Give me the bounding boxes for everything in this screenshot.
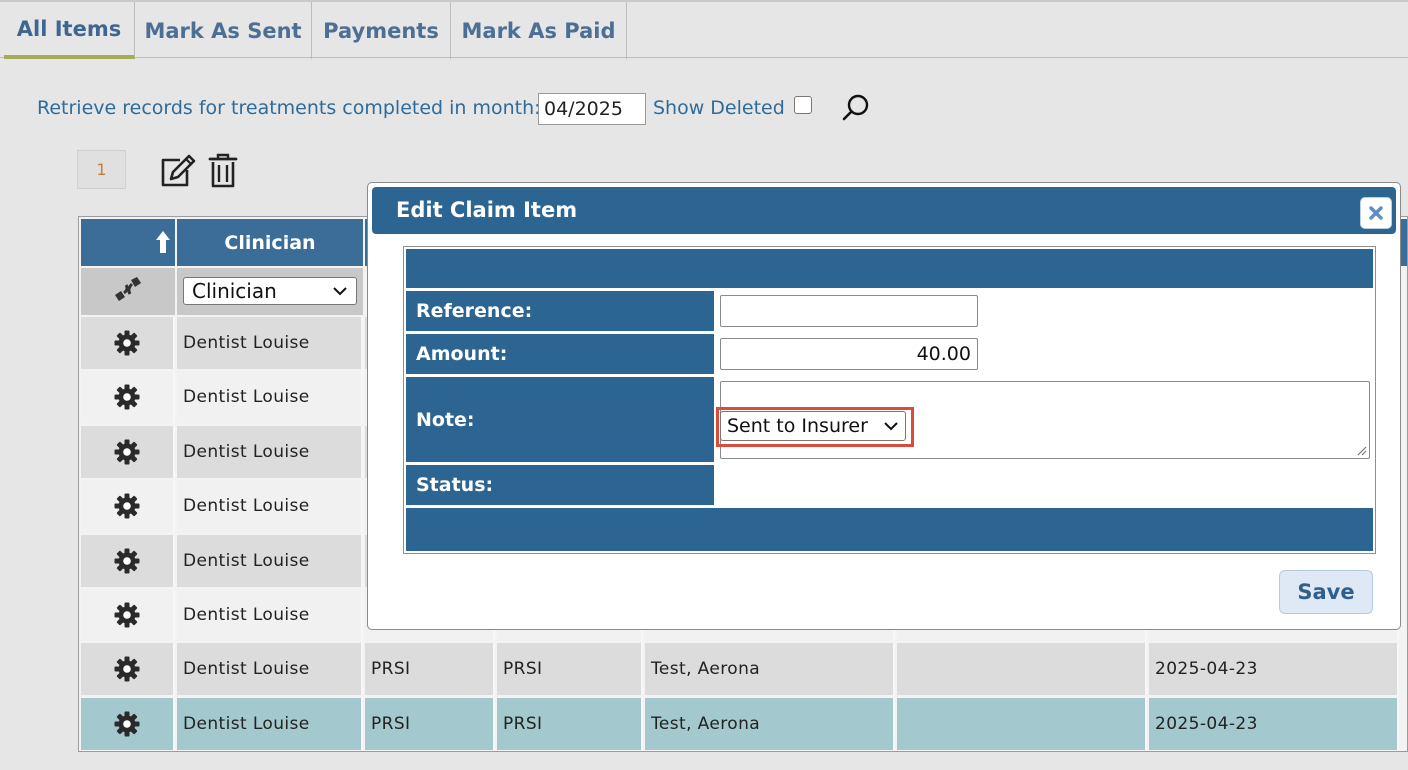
table-cell: 2025-04-23 xyxy=(1149,643,1399,696)
gear-icon xyxy=(114,711,140,737)
gear-icon xyxy=(114,548,140,574)
table-cell: Dentist Louise xyxy=(177,480,363,533)
month-input[interactable] xyxy=(538,93,646,125)
status-label: Status: xyxy=(406,465,714,505)
clear-filter-icon xyxy=(115,276,141,301)
table-cell: Dentist Louise xyxy=(177,643,363,696)
status-select-value: Sent to Insurer xyxy=(727,415,868,437)
chevron-down-icon xyxy=(333,287,347,296)
chevron-down-icon xyxy=(884,422,898,431)
delete-button[interactable] xyxy=(208,153,238,189)
search-icon xyxy=(842,94,869,121)
table-cell: PRSI xyxy=(365,697,495,750)
table-cell: PRSI xyxy=(365,643,495,696)
row-settings-button[interactable] xyxy=(81,643,175,696)
table-cell xyxy=(897,643,1147,696)
status-select[interactable]: Sent to Insurer xyxy=(720,411,906,441)
row-settings-button[interactable] xyxy=(81,480,175,533)
month-filter-label: Retrieve records for treatments complete… xyxy=(37,97,541,119)
gear-icon xyxy=(114,330,140,356)
dialog-title-bar[interactable]: Edit Claim Item xyxy=(372,187,1396,234)
table-cell: PRSI xyxy=(497,643,643,696)
clinician-filter-value: Clinician xyxy=(192,279,277,303)
sort-header[interactable] xyxy=(81,219,175,266)
edit-icon xyxy=(161,154,196,187)
clear-filter-cell[interactable] xyxy=(81,268,175,315)
gear-icon xyxy=(114,656,140,682)
gear-icon xyxy=(114,602,140,628)
tab-payments[interactable]: Payments xyxy=(312,2,451,59)
dialog-title: Edit Claim Item xyxy=(396,198,578,222)
edit-button[interactable] xyxy=(158,153,196,189)
reference-input[interactable] xyxy=(720,295,978,327)
table-cell: Dentist Louise xyxy=(177,534,363,587)
claim-item-form: Reference: Amount: 40.00 Note: Status: xyxy=(403,246,1376,554)
table-cell: Dentist Louise xyxy=(177,425,363,478)
tab-mark-as-paid[interactable]: Mark As Paid xyxy=(451,2,627,59)
show-deleted-checkbox[interactable] xyxy=(794,96,812,114)
column-header-clinician[interactable]: Clinician xyxy=(177,219,363,266)
clinician-filter-select[interactable]: Clinician xyxy=(183,277,357,305)
table-cell: Test, Aerona xyxy=(645,697,895,750)
row-settings-button[interactable] xyxy=(81,371,175,424)
gear-icon xyxy=(114,493,140,519)
reference-label: Reference: xyxy=(406,291,714,331)
tab-all-items[interactable]: All Items xyxy=(4,2,135,59)
row-settings-button[interactable] xyxy=(81,697,175,750)
row-settings-button[interactable] xyxy=(81,589,175,641)
table-cell xyxy=(897,697,1147,750)
table-cell: Dentist Louise xyxy=(177,589,363,641)
table-cell: Dentist Louise xyxy=(177,371,363,424)
page-number-1[interactable]: 1 xyxy=(77,150,126,189)
table-cell: Test, Aerona xyxy=(645,643,895,696)
form-header-band xyxy=(406,249,1373,288)
table-cell: Dentist Louise xyxy=(177,317,363,369)
row-settings-button[interactable] xyxy=(81,425,175,478)
tab-bar: All Items Mark As Sent Payments Mark As … xyxy=(0,0,1408,59)
row-settings-button[interactable] xyxy=(81,317,175,369)
table-row[interactable]: Dentist Louise PRSI PRSI Test, Aerona 2025-0… xyxy=(79,643,1407,696)
dialog-close-button[interactable] xyxy=(1360,197,1392,229)
table-cell: PRSI xyxy=(497,697,643,750)
table-cell: Dentist Louise xyxy=(177,697,363,750)
table-cell: 2025-04-23 xyxy=(1149,697,1399,750)
show-deleted-label: Show Deleted xyxy=(653,97,785,119)
form-footer-band xyxy=(406,508,1373,551)
save-button[interactable]: Save xyxy=(1279,570,1373,614)
amount-input[interactable]: 40.00 xyxy=(720,338,978,370)
resize-handle-icon xyxy=(1357,446,1367,456)
amount-label: Amount: xyxy=(406,334,714,374)
row-settings-button[interactable] xyxy=(81,534,175,587)
edit-claim-item-dialog: Edit Claim Item Reference: Amount: 40.00… xyxy=(367,182,1401,630)
gear-icon xyxy=(114,384,140,410)
trash-icon xyxy=(208,153,238,188)
close-icon xyxy=(1369,206,1383,220)
tab-mark-as-sent[interactable]: Mark As Sent xyxy=(135,2,312,59)
gear-icon xyxy=(114,439,140,465)
sort-arrow-icon xyxy=(156,230,170,253)
table-row[interactable]: Dentist Louise PRSI PRSI Test, Aerona 2025-0… xyxy=(79,697,1407,750)
note-label: Note: xyxy=(406,377,714,462)
search-button[interactable] xyxy=(840,92,872,124)
